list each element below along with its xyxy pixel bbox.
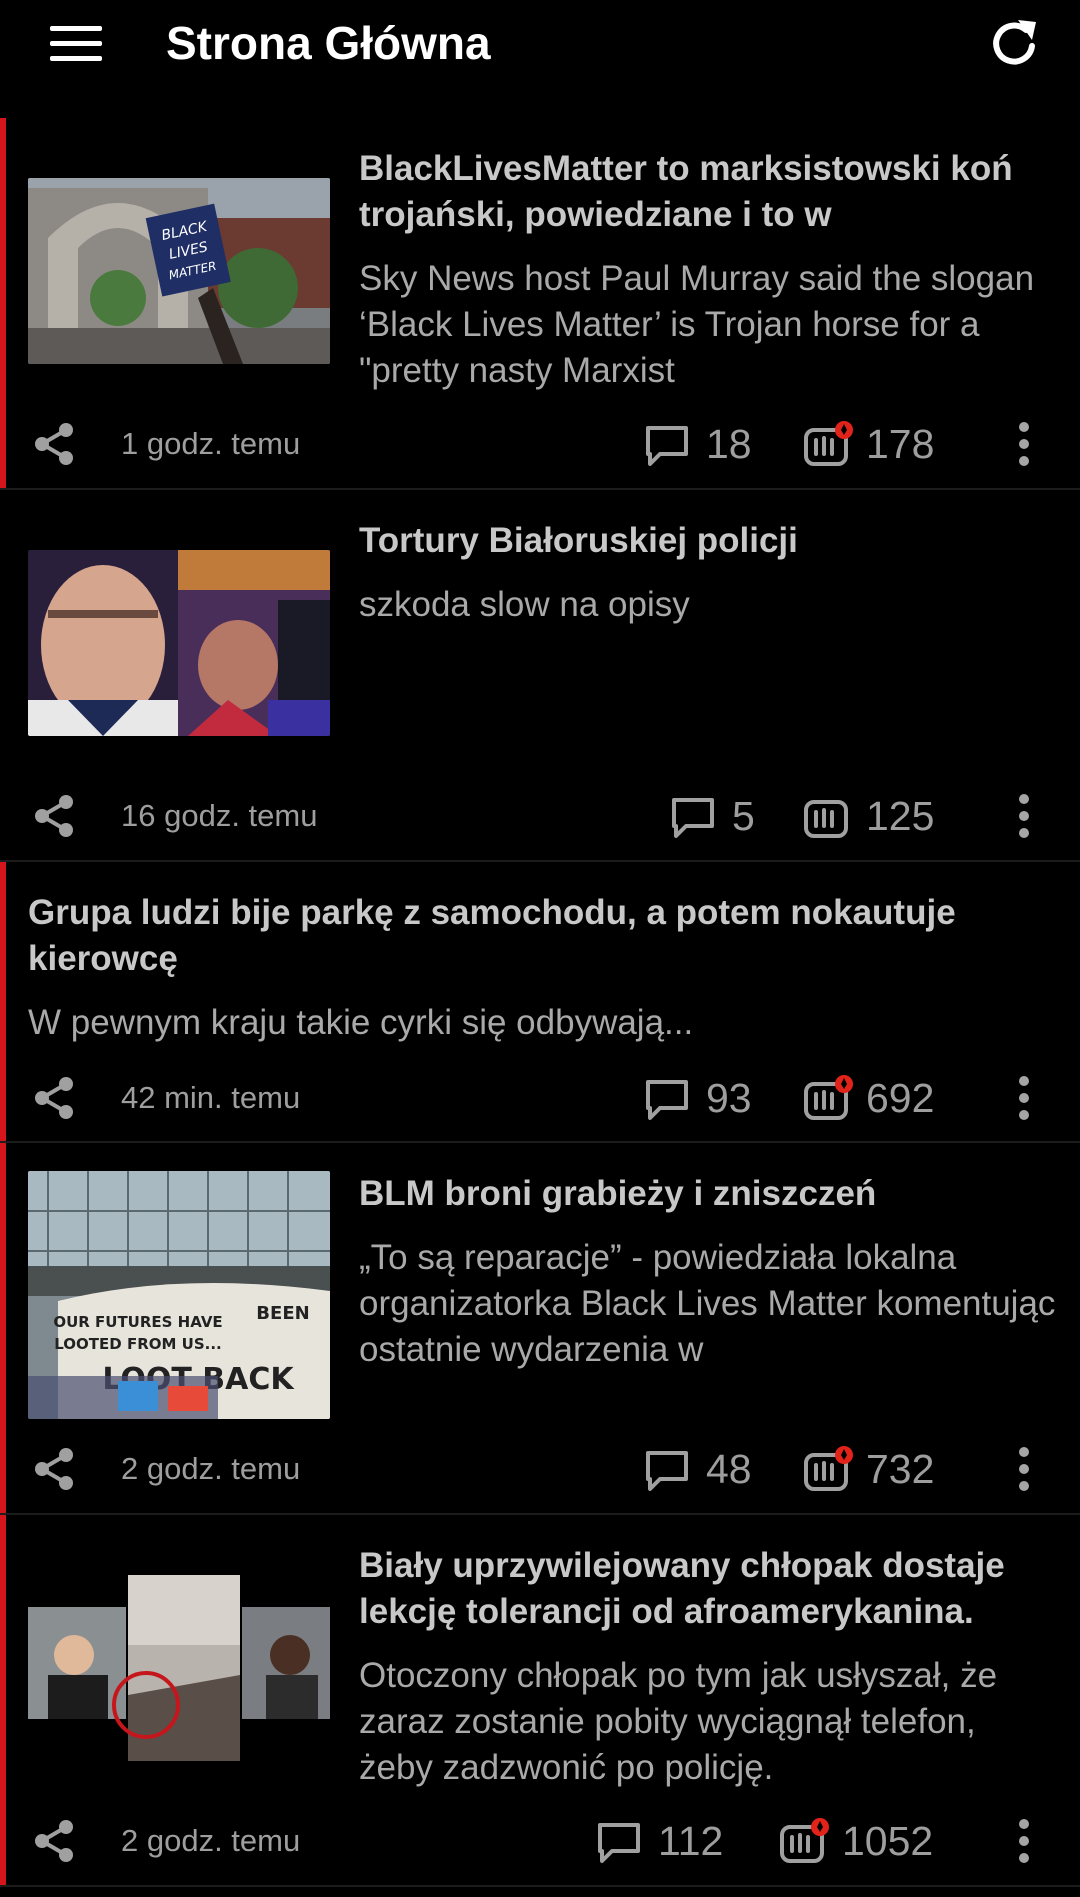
more-options-icon[interactable] (1004, 1072, 1044, 1124)
article-footer: 42 min. temu 93 692 (0, 1068, 1080, 1128)
vote-count: 692 (866, 1075, 935, 1121)
article-thumbnail[interactable]: OUR FUTURES HAVE BEEN LOOTED FROM US... … (28, 1171, 330, 1419)
svg-text:BEEN: BEEN (256, 1303, 309, 1324)
share-icon[interactable] (30, 792, 78, 840)
article-title[interactable]: Biały uprzywilejowany chłopak dostaje le… (359, 1543, 1059, 1635)
share-icon[interactable] (30, 1445, 78, 1493)
hot-fist-icon (804, 1446, 853, 1491)
article-thumbnail[interactable] (28, 1575, 330, 1761)
vote-count: 1052 (842, 1818, 934, 1864)
hot-fist-icon (804, 421, 853, 466)
comment-icon (672, 798, 714, 838)
article-card[interactable]: Grupa ludzi bije parkę z samochodu, a po… (0, 862, 1080, 1143)
comment-count: 112 (658, 1818, 724, 1864)
article-time: 2 godz. temu (121, 1451, 301, 1486)
app-bar: Strona Główna (0, 0, 1080, 88)
comment-icon (646, 1080, 688, 1120)
article-footer: 1 godz. temu 18 178 (0, 414, 1080, 474)
comment-icon (598, 1823, 640, 1863)
votes-button[interactable]: 125 (802, 788, 952, 844)
article-time: 1 godz. temu (121, 426, 301, 461)
more-options-icon[interactable] (1004, 418, 1044, 470)
vote-count: 125 (866, 793, 935, 839)
article-footer: 16 godz. temu 5 125 (0, 786, 1080, 846)
article-card[interactable]: Tortury Białoruskiej policji szkoda slow… (0, 490, 1080, 862)
share-icon[interactable] (30, 1074, 78, 1122)
article-title[interactable]: Tortury Białoruskiej policji (359, 518, 1059, 564)
article-card[interactable]: BLACK LIVES MATTER BlackLivesMatter to m… (0, 118, 1080, 490)
article-thumbnail[interactable]: BLACK LIVES MATTER (28, 178, 330, 364)
comments-button[interactable]: 112 (596, 1815, 746, 1867)
article-title[interactable]: Grupa ludzi bije parkę z samochodu, a po… (28, 890, 1058, 982)
hot-fist-icon (780, 1818, 829, 1863)
comments-button[interactable]: 93 (644, 1072, 764, 1124)
article-time: 2 godz. temu (121, 1823, 301, 1858)
article-description: „To są reparacje” - powiedziała lokalna … (359, 1238, 1056, 1369)
hot-fist-icon (804, 1075, 853, 1120)
article-description: Sky News host Paul Murray said the sloga… (359, 259, 1035, 390)
comment-count: 5 (732, 793, 755, 839)
comment-icon (646, 1451, 688, 1491)
more-options-icon[interactable] (1004, 1815, 1044, 1867)
comments-button[interactable]: 18 (644, 418, 764, 470)
page-title: Strona Główna (166, 17, 491, 69)
svg-text:LOOTED FROM US...: LOOTED FROM US... (54, 1335, 221, 1353)
svg-text:OUR FUTURES HAVE: OUR FUTURES HAVE (53, 1313, 222, 1331)
more-options-icon[interactable] (1004, 1443, 1044, 1495)
more-options-icon[interactable] (1004, 790, 1044, 842)
hamburger-menu-icon[interactable] (40, 18, 112, 70)
article-card[interactable]: Biały uprzywilejowany chłopak dostaje le… (0, 1515, 1080, 1887)
comment-count: 93 (706, 1075, 752, 1121)
fist-icon (804, 800, 848, 838)
comment-count: 18 (706, 421, 752, 467)
share-icon[interactable] (30, 420, 78, 468)
comment-count: 48 (706, 1446, 752, 1492)
article-description: W pewnym kraju takie cyrki się odbywają.… (28, 1003, 694, 1042)
article-time: 16 godz. temu (121, 798, 318, 833)
comment-icon (646, 426, 688, 466)
share-icon[interactable] (30, 1817, 78, 1865)
article-title[interactable]: BlackLivesMatter to marksistowski koń tr… (359, 146, 1059, 238)
comments-button[interactable]: 5 (670, 790, 770, 842)
article-time: 42 min. temu (121, 1080, 301, 1115)
article-description: szkoda slow na opisy (359, 585, 690, 624)
votes-button[interactable]: 1052 (778, 1813, 958, 1869)
votes-button[interactable]: 732 (802, 1441, 952, 1497)
article-card[interactable]: OUR FUTURES HAVE BEEN LOOTED FROM US... … (0, 1143, 1080, 1515)
refresh-icon[interactable] (982, 12, 1046, 76)
votes-button[interactable]: 692 (802, 1070, 952, 1126)
comments-button[interactable]: 48 (644, 1443, 764, 1495)
article-footer: 2 godz. temu 112 1052 (0, 1811, 1080, 1871)
votes-button[interactable]: 178 (802, 416, 952, 472)
vote-count: 178 (866, 421, 935, 467)
article-footer: 2 godz. temu 48 732 (0, 1439, 1080, 1499)
vote-count: 732 (866, 1446, 935, 1492)
article-thumbnail[interactable] (28, 550, 330, 736)
article-description: Otoczony chłopak po tym jak usłyszał, że… (359, 1656, 998, 1787)
article-title[interactable]: BLM broni grabieży i zniszczeń (359, 1171, 1059, 1217)
